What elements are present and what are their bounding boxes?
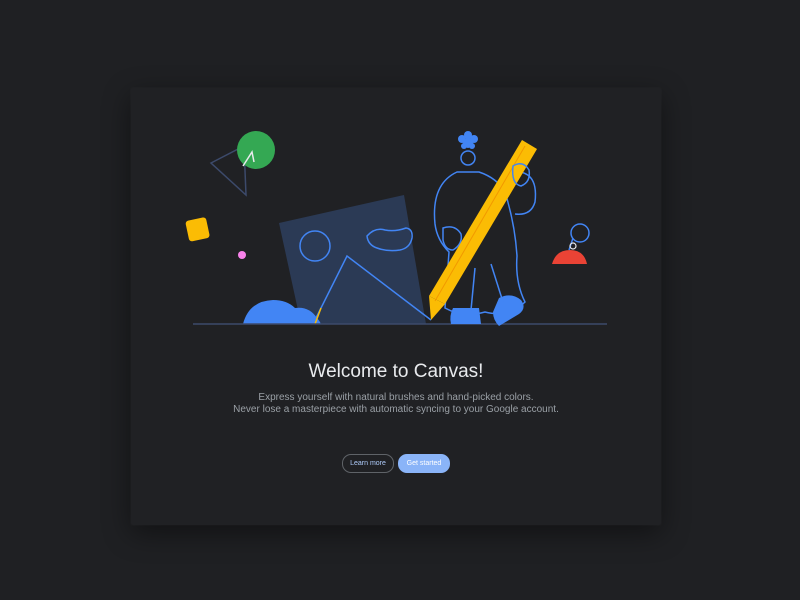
picture-frame-icon [279,195,432,325]
page-title: Welcome to Canvas! [308,361,484,382]
welcome-illustration [185,131,607,326]
welcome-dialog: Welcome to Canvas! Express yourself with… [131,88,661,525]
app-window: Welcome to Canvas! Express yourself with… [0,0,800,600]
learn-more-button[interactable]: Learn more [342,454,394,473]
green-circle-icon [237,131,275,169]
description-line-1: Express yourself with natural brushes an… [258,392,534,403]
get-started-button[interactable]: Get started [398,454,450,473]
dialog-description: Express yourself with natural brushes an… [131,392,661,416]
yellow-square-icon [185,217,210,242]
red-stamp-icon [552,223,590,264]
description-line-2: Never lose a masterpiece with automatic … [233,404,559,415]
pink-dot-icon [238,251,246,259]
dialog-actions: Learn more Get started [131,454,661,473]
